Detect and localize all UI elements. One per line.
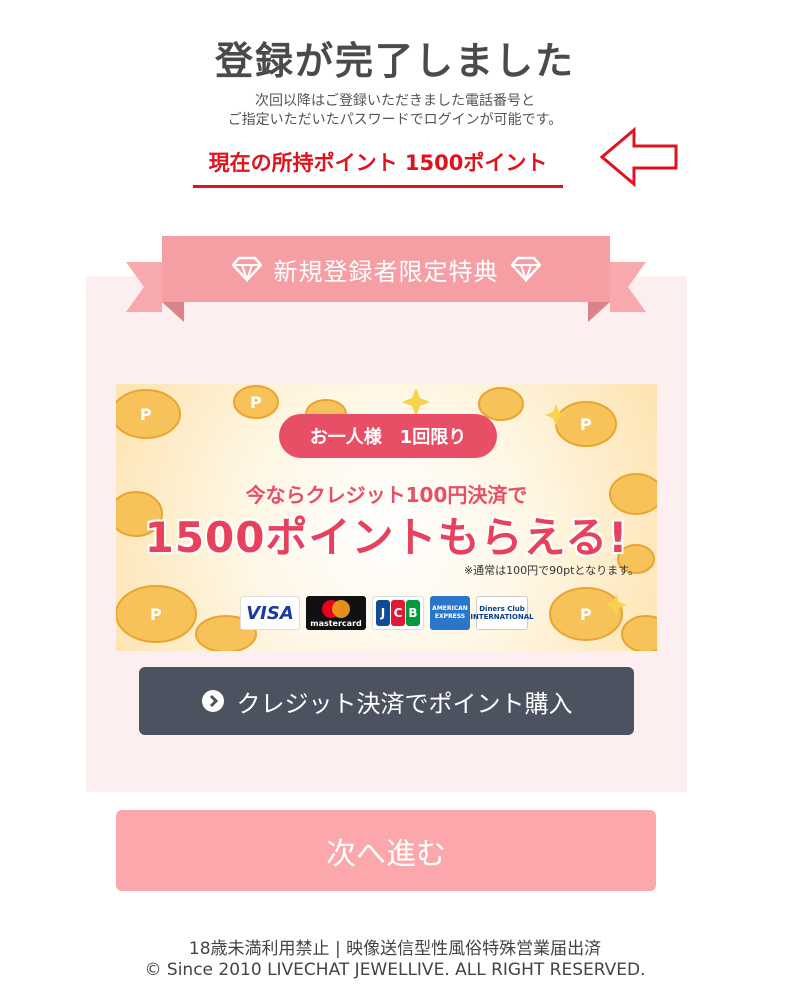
- promo-banner[interactable]: PPP PP お一人様 1回限り 今ならクレジット100円決済で 1500ポイン…: [116, 384, 657, 651]
- jcb-logo: J C B: [372, 596, 424, 630]
- mastercard-label: mastercard: [310, 618, 362, 628]
- footer-notice: 18歳未満利用禁止 | 映像送信型性風俗特殊営業届出済: [188, 939, 602, 959]
- next-button[interactable]: 次へ進む: [116, 810, 656, 891]
- svg-text:P: P: [150, 605, 162, 624]
- ribbon-label: 新規登録者限定特典: [273, 257, 499, 286]
- credit-purchase-label: クレジット決済でポイント購入: [236, 689, 573, 718]
- description-line-1: 次回以降はご登録いただきました電話番号と: [255, 93, 535, 109]
- credit-purchase-button[interactable]: クレジット決済でポイント購入: [139, 667, 634, 735]
- promo-line-2: 1500ポイントもらえる!: [144, 513, 629, 562]
- visa-logo: VISA: [240, 596, 300, 630]
- card-logos: VISA mastercard J C B AMERICAN EXPRESS D…: [240, 596, 534, 630]
- diamond-icon: [510, 256, 541, 282]
- page-title: 登録が完了しました: [214, 39, 575, 83]
- benefit-ribbon: 新規登録者限定特典: [126, 236, 646, 322]
- login-description: 次回以降はご登録いただきました電話番号と ご指定いただいたパスワードでログインが…: [0, 92, 790, 130]
- diners-label: Diners Club: [479, 605, 525, 613]
- jcb-b: B: [406, 600, 420, 626]
- diamond-icon: [231, 256, 262, 282]
- mastercard-logo: mastercard: [306, 596, 366, 630]
- footer-copyright: © Since 2010 LIVECHAT JEWELLIVE. ALL RIG…: [144, 960, 646, 980]
- arrow-left-icon: [599, 126, 678, 188]
- diners-logo: Diners Club INTERNATIONAL: [470, 596, 534, 630]
- one-time-pill: お一人様 1回限り: [279, 414, 497, 458]
- jcb-j: J: [376, 600, 390, 626]
- svg-text:P: P: [140, 405, 152, 424]
- svg-text:P: P: [580, 415, 592, 434]
- current-points: 現在の所持ポイント 1500ポイント: [193, 148, 563, 188]
- svg-text:P: P: [580, 605, 592, 624]
- mastercard-circles-icon: [322, 599, 350, 618]
- promo-note: ※通常は100円で90ptとなります。: [463, 564, 639, 577]
- amex-logo: AMERICAN EXPRESS: [430, 596, 470, 630]
- ribbon-banner: 新規登録者限定特典: [162, 236, 610, 302]
- diners-sub: INTERNATIONAL: [470, 613, 534, 621]
- chevron-right-circle-icon: [201, 690, 224, 712]
- svg-text:P: P: [250, 393, 262, 412]
- jcb-c: C: [391, 600, 405, 626]
